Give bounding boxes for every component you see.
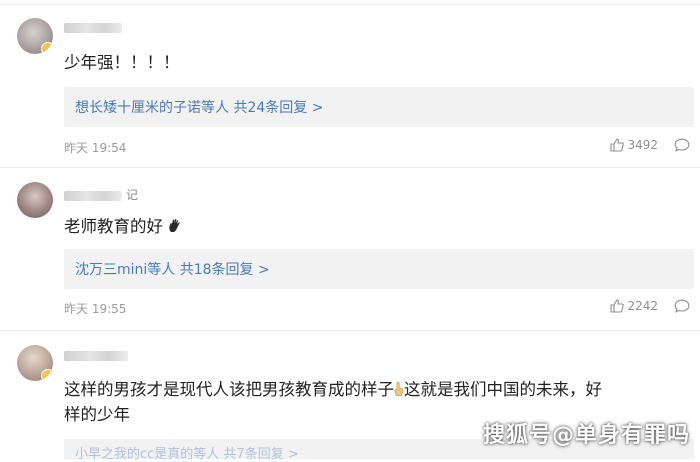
top-divider bbox=[0, 4, 700, 5]
thumbs-up-icon bbox=[610, 138, 625, 152]
comment-text-line1: 这样的男孩才是现代人该把男孩教育成的样子 bbox=[64, 380, 394, 399]
like-button[interactable]: 2242 bbox=[610, 299, 658, 313]
comment-divider bbox=[0, 167, 700, 168]
watermark: 搜狐号@单身有罪吗 bbox=[482, 423, 690, 448]
comment-bubble-icon[interactable] bbox=[674, 138, 690, 152]
thumbs-up-icon bbox=[610, 299, 625, 313]
comment-text: 少年强！！！！ bbox=[64, 53, 180, 72]
vip-badge-icon bbox=[41, 369, 53, 381]
username-suffix: 记 bbox=[126, 188, 139, 202]
comment-text: 老师教育的好 bbox=[64, 214, 694, 239]
comment-time: 昨天 19:55 bbox=[64, 302, 127, 316]
comment-time: 昨天 19:54 bbox=[64, 141, 127, 155]
reply-summary-box[interactable]: 沈万三mini等人 共18条回复 > bbox=[64, 249, 694, 289]
reply-summary-link[interactable]: 小早之我的cc是真的等人 共7条回复 > bbox=[75, 443, 299, 462]
username[interactable] bbox=[64, 20, 126, 34]
comment-text-line2: 这就是我们中国的未来，好 bbox=[404, 380, 602, 399]
vip-badge-icon bbox=[41, 42, 53, 54]
reply-summary-link[interactable]: 想长矮十厘米的子诺等人 共24条回复 > bbox=[75, 97, 323, 117]
blurred-username bbox=[64, 190, 122, 201]
like-count: 2242 bbox=[627, 299, 658, 313]
pointing-finger-emoji bbox=[394, 381, 404, 396]
username[interactable]: 记 bbox=[64, 186, 139, 203]
reply-summary-link[interactable]: 沈万三mini等人 共18条回复 > bbox=[75, 259, 270, 279]
comment-text-content: 老师教育的好 bbox=[64, 217, 163, 236]
comment-divider bbox=[0, 330, 700, 331]
blurred-username bbox=[64, 22, 122, 33]
username[interactable] bbox=[64, 348, 132, 362]
avatar[interactable] bbox=[17, 345, 53, 381]
avatar[interactable] bbox=[17, 182, 53, 218]
comment-text-line3: 样的少年 bbox=[64, 405, 130, 424]
raised-hand-emoji bbox=[169, 219, 180, 232]
comment-bubble-icon[interactable] bbox=[674, 299, 690, 313]
blurred-username bbox=[64, 350, 128, 361]
like-count: 3492 bbox=[627, 138, 658, 152]
like-button[interactable]: 3492 bbox=[610, 138, 658, 152]
avatar[interactable] bbox=[17, 18, 53, 54]
reply-summary-box[interactable]: 想长矮十厘米的子诺等人 共24条回复 > bbox=[64, 87, 694, 127]
